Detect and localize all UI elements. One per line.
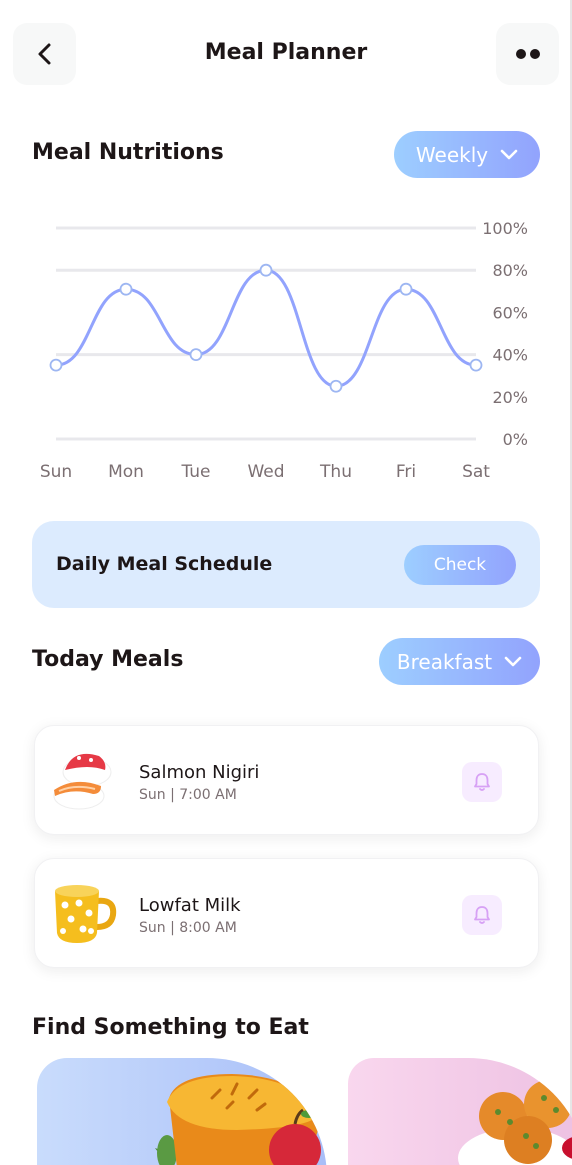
data-point	[469, 358, 483, 372]
food-category-card[interactable]	[37, 1058, 327, 1165]
y-tick-label: 60%	[492, 303, 528, 322]
meal-name: Lowfat Milk	[139, 895, 241, 916]
data-point	[49, 358, 63, 372]
notification-button[interactable]	[462, 762, 502, 802]
bell-icon	[474, 773, 490, 791]
y-tick-label: 20%	[492, 388, 528, 407]
meal-type-dropdown-label: Breakfast	[396, 649, 493, 674]
y-tick-label: 0%	[503, 430, 528, 449]
schedule-label: Daily Meal Schedule	[56, 553, 273, 575]
milk-mug-icon	[55, 885, 117, 943]
more-button[interactable]	[496, 23, 559, 85]
find-section-title: Find Something to Eat	[32, 1015, 309, 1040]
data-point	[329, 379, 343, 393]
meal-card[interactable]: Salmon Nigiri Sun | 7:00 AM	[34, 725, 539, 835]
y-tick-label: 100%	[482, 219, 528, 238]
x-tick-label: Sat	[462, 462, 490, 482]
bell-icon	[474, 906, 490, 924]
meal-type-dropdown[interactable]: Breakfast	[379, 638, 540, 685]
sushi-icon	[53, 753, 112, 810]
data-point	[399, 282, 413, 296]
more-dots-icon	[515, 49, 540, 59]
x-tick-label: Tue	[180, 462, 210, 482]
period-dropdown[interactable]: Weekly	[394, 131, 540, 178]
y-tick-label: 40%	[492, 346, 528, 365]
today-meals-title: Today Meals	[32, 647, 184, 672]
notification-button[interactable]	[462, 895, 502, 935]
series-line	[54, 268, 478, 388]
pie-icon	[155, 1074, 322, 1165]
meal-card[interactable]: Lowfat Milk Sun | 8:00 AM	[34, 858, 539, 968]
data-point	[119, 282, 133, 296]
daily-meal-schedule-card: Daily Meal Schedule Check	[32, 521, 540, 608]
x-tick-label: Fri	[396, 462, 416, 482]
period-dropdown-label: Weekly	[415, 142, 489, 167]
chevron-down-icon	[500, 149, 518, 161]
meal-time: Sun | 7:00 AM	[139, 787, 237, 803]
check-button[interactable]: Check	[404, 545, 516, 585]
x-tick-label: Wed	[247, 462, 284, 482]
x-tick-label: Thu	[319, 462, 352, 482]
y-tick-label: 80%	[492, 261, 528, 280]
x-tick-label: Mon	[108, 462, 144, 482]
food-category-card[interactable]	[348, 1058, 572, 1165]
data-point	[189, 348, 203, 362]
nutrition-section-title: Meal Nutritions	[32, 140, 224, 165]
nutrition-line-chart: 100% 80% 60% 40% 20% 0% Sun Mon Tue Wed Thu Fri Sat	[40, 219, 528, 482]
page-title: Meal Planner	[204, 40, 368, 65]
data-point	[259, 263, 273, 277]
cookies-icon	[458, 1080, 572, 1165]
meal-time: Sun | 8:00 AM	[139, 920, 237, 936]
x-tick-label: Sun	[40, 462, 72, 482]
chevron-down-icon	[504, 656, 522, 668]
meal-name: Salmon Nigiri	[139, 762, 260, 783]
